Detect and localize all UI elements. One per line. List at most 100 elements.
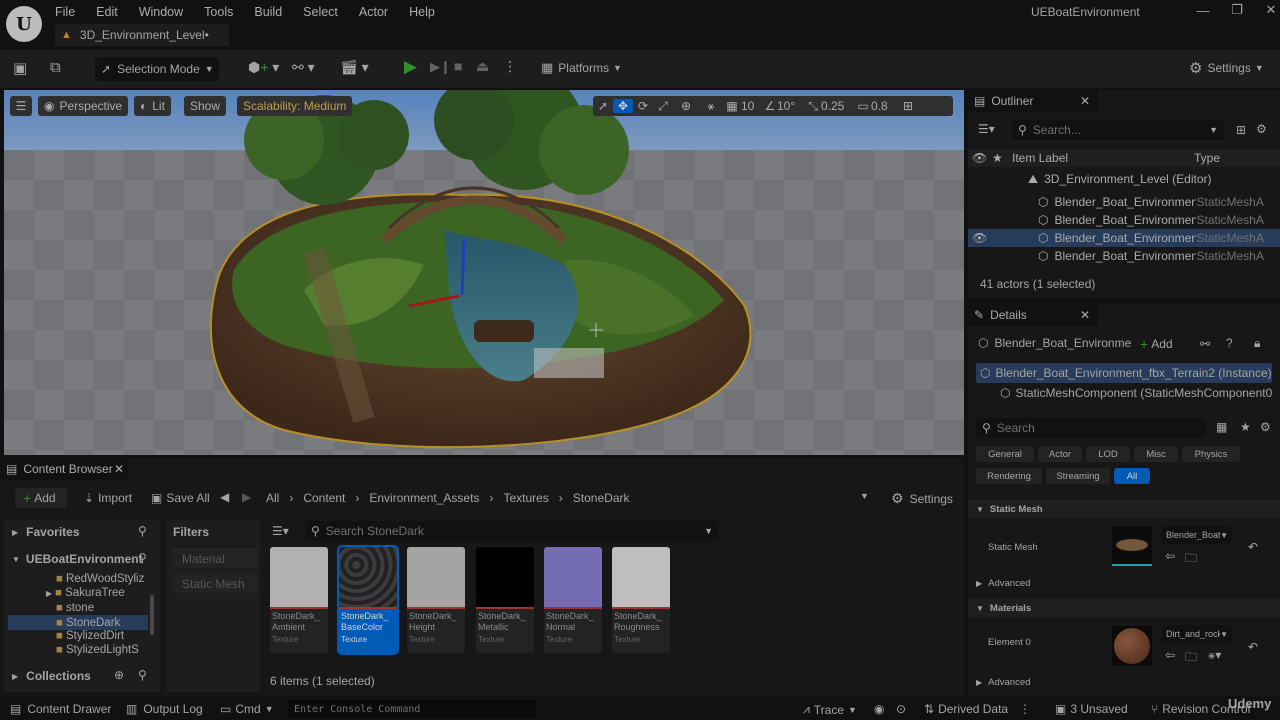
save-all-button[interactable]: ▣ Save All [151,491,210,505]
move-icon[interactable]: ✥ [613,99,633,113]
camera-speed-icon[interactable]: ▭ [855,99,871,113]
menu-file[interactable]: File [55,5,75,19]
lit-button[interactable]: ◐ Lit [134,96,171,116]
advanced-expander[interactable]: ▶ Advanced [976,578,1030,589]
column-type[interactable]: Type [1194,151,1220,165]
scale-icon[interactable]: ⤢ [653,99,673,114]
filter-all[interactable]: All [1114,468,1150,484]
help-icon[interactable]: ? [1226,336,1233,350]
world-icon[interactable]: ⊕ [673,99,699,113]
stop-trace-icon[interactable]: ⊙ [896,702,906,716]
table-row-selected[interactable]: 👁︎ ⬡ Blender_Boat_Environmen StaticMeshA [968,229,1280,247]
star-icon[interactable]: ★ [1240,420,1251,434]
asset-search-input[interactable]: ⚲ Search StoneDark ▼ [305,521,719,541]
folder-scrollbar[interactable] [150,595,154,635]
browse-folder-icon[interactable]: 🗀︎ [1185,549,1197,570]
back-icon[interactable]: ◀ [220,490,229,504]
filter-misc[interactable]: Misc [1134,446,1178,462]
unreal-logo-icon[interactable]: U [6,6,42,42]
more-options-icon[interactable]: ⋮ [503,58,517,75]
asset-tile[interactable]: StoneDark_ Ambient Texture [270,547,328,653]
surface-snap-icon[interactable]: ⚹ [699,99,723,114]
breadcrumb-content[interactable]: Content [303,491,345,505]
step-icon[interactable]: ▶❙ [430,59,451,75]
use-selected-icon[interactable]: ⇦ [1165,648,1175,662]
cmd-dropdown[interactable]: ▭ Cmd ▼ [220,702,274,716]
table-row[interactable]: ⬡ Blender_Boat_Environmen StaticMeshA [968,211,1280,229]
browse-icon[interactable]: ⧉ [50,59,61,76]
table-view-icon[interactable]: ▦ [1216,420,1227,434]
table-row[interactable]: ⬡ Blender_Boat_Environmen StaticMeshA [968,193,1280,211]
asset-tile[interactable]: StoneDark_ Height Texture [407,547,465,653]
search-icon[interactable]: ⚲ [138,551,147,565]
camera-speed-value[interactable]: 0.8 [871,99,897,113]
star-icon[interactable]: ★ [992,151,1012,165]
filter-rendering[interactable]: Rendering [976,468,1042,484]
close-icon[interactable]: ✕ [1080,308,1090,322]
layout-icon[interactable]: ⊞ [897,99,919,113]
cinematics-icon[interactable]: 🎬︎ ▾ [340,59,369,76]
grid-snap-value[interactable]: 10 [741,99,763,113]
perspective-button[interactable]: ◉ Perspective [38,96,129,116]
outliner-root-row[interactable]: ⛰ 3D_Environment_Level (Editor) [968,170,1280,188]
filter-general[interactable]: General [976,446,1034,462]
minimize-icon[interactable]: — [1186,3,1220,18]
material-dropdown[interactable]: Dirt_and_rock ▼ [1162,625,1232,643]
details-search-input[interactable]: ⚲ Search [976,418,1206,438]
search-icon[interactable]: ⚲ [138,668,147,682]
grid-snap-icon[interactable]: ▦ [723,99,741,113]
viewport-menu-button[interactable]: ☰ [10,96,32,116]
rotate-icon[interactable]: ⟳ [633,99,653,113]
maximize-icon[interactable]: ❐ [1220,2,1254,18]
content-settings-button[interactable]: ⚙ Settings [891,490,953,507]
section-materials[interactable]: ▼ Materials [968,599,1280,617]
reset-icon[interactable]: ↶ [1248,640,1258,654]
outliner-search-input[interactable]: ⚲ Search... ▼ [1012,120,1224,140]
folder-item[interactable]: ■ stone [56,602,94,614]
trace-button[interactable]: ⩘ Trace ▼ [803,702,857,717]
filter-lod[interactable]: LOD [1086,446,1130,462]
filter-static-mesh[interactable]: Static Mesh [172,573,258,593]
close-icon[interactable]: ✕ [114,462,124,476]
asset-tile-selected[interactable]: StoneDark_ BaseColor Texture [337,545,399,655]
selection-mode-dropdown[interactable]: ➚ Selection Mode ▼ [95,57,219,81]
project-header[interactable]: ▼ UEBoatEnvironment [12,552,143,566]
folder-item[interactable]: ■ StylizedDirt [56,630,124,642]
settings-button[interactable]: ⚙ Settings ▼ [1189,59,1264,77]
rotation-snap-icon[interactable]: ∠ [763,99,777,113]
folder-item[interactable]: ■ RedWoodStyliz [56,573,144,585]
filter-actor[interactable]: Actor [1038,446,1082,462]
menu-actor[interactable]: Actor [359,5,388,19]
add-collection-icon[interactable]: ⊕ [114,668,124,682]
level-viewport[interactable]: ☰ ◉ Perspective ◐ Lit Show Scalability: Me… [4,90,964,455]
outliner-tab[interactable]: ▤ Outliner ✕ [968,90,1098,112]
content-browser-tab[interactable]: ▤ Content Browser ✕ [0,458,128,480]
section-static-mesh[interactable]: ▼ Static Mesh [968,500,1280,518]
play-icon[interactable]: ▶ [404,57,417,77]
scale-snap-icon[interactable]: ⤡ [805,99,821,114]
gear-icon[interactable]: ⚙ [1260,420,1271,434]
record-icon[interactable]: ◉ [874,702,884,716]
add-folder-icon[interactable]: ⊞ [1236,123,1246,137]
blueprint-icon[interactable]: ⚯ ▾ [292,59,315,76]
menu-build[interactable]: Build [254,5,282,19]
rotation-snap-value[interactable]: 10° [777,99,805,113]
outliner-filter-button[interactable]: ☰▾ [978,122,995,136]
import-button[interactable]: ⇣ Import [84,491,132,505]
gear-icon[interactable]: ⚙ [1256,122,1267,136]
visibility-icon[interactable]: 👁︎ [972,151,992,165]
scalability-button[interactable]: Scalability: Medium [237,96,353,116]
filter-material[interactable]: Material [172,548,258,568]
forward-icon[interactable]: ▶ [242,490,251,504]
level-tab[interactable]: ▲ 3D_Environment_Level• [55,24,229,46]
visibility-icon[interactable]: 👁︎ [972,231,1038,245]
menu-help[interactable]: Help [409,5,435,19]
content-drawer-button[interactable]: ▤ Content Drawer [10,702,111,716]
asset-tile[interactable]: StoneDark_ Roughness Texture [612,547,670,653]
console-input[interactable]: Enter Console Command [288,700,536,718]
add-button[interactable]: + Add [15,488,67,508]
eject-icon[interactable]: ⏏ [476,58,489,75]
derived-data-button[interactable]: ⇅ Derived Data [924,702,1008,716]
table-row[interactable]: ⬡ Blender_Boat_Environmen StaticMeshA [968,247,1280,265]
more-options-icon[interactable]: ⋮ [1019,702,1031,716]
